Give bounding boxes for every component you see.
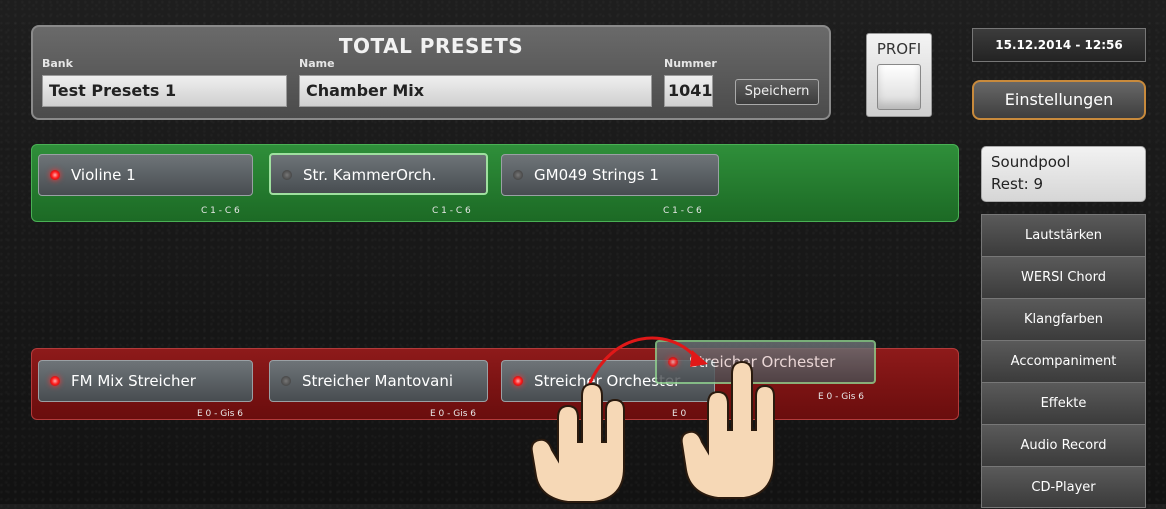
- led-off-icon: [513, 170, 523, 180]
- range-label: E 0 - Gis 6: [818, 392, 864, 402]
- range-label: E 0 - Gis 6: [197, 409, 243, 419]
- hand-touch-icon: [530, 382, 625, 503]
- hand-touch-icon: [680, 360, 775, 499]
- sound-slot-upper-1[interactable]: Violine 1: [38, 154, 253, 196]
- profi-toggle[interactable]: PROFI: [866, 33, 932, 117]
- sound-label: Violine 1: [71, 166, 136, 184]
- sound-label: Streicher Mantovani: [302, 372, 453, 390]
- profi-label: PROFI: [876, 40, 922, 58]
- bank-field[interactable]: Test Presets 1: [42, 75, 287, 107]
- sound-slot-lower-2[interactable]: Streicher Mantovani: [269, 360, 488, 402]
- range-label: C 1 - C 6: [201, 206, 240, 216]
- nummer-field[interactable]: 1041: [664, 75, 713, 107]
- page-title: TOTAL PRESETS: [338, 34, 524, 58]
- menu-effekte[interactable]: Effekte: [981, 382, 1146, 424]
- einstellungen-button[interactable]: Einstellungen: [972, 80, 1146, 120]
- soundpool-rest: Rest: 9: [991, 175, 1044, 193]
- led-off-icon: [282, 170, 292, 180]
- sound-label: FM Mix Streicher: [71, 372, 196, 390]
- led-on-icon: [513, 376, 523, 386]
- sound-slot-lower-1[interactable]: FM Mix Streicher: [38, 360, 253, 402]
- sound-label: GM049 Strings 1: [534, 166, 659, 184]
- range-label: C 1 - C 6: [663, 206, 702, 216]
- led-on-icon: [50, 170, 60, 180]
- datetime-display: 15.12.2014 - 12:56: [972, 28, 1146, 62]
- led-on-icon: [50, 376, 60, 386]
- sound-slot-upper-2[interactable]: Str. KammerOrch.: [269, 153, 488, 195]
- soundpool-info[interactable]: Soundpool Rest: 9: [981, 146, 1146, 202]
- nummer-label: Nummer: [664, 57, 717, 70]
- menu-cd-player[interactable]: CD-Player: [981, 466, 1146, 508]
- save-button[interactable]: Speichern: [735, 79, 819, 105]
- range-label: C 1 - C 6: [432, 206, 471, 216]
- led-off-icon: [281, 376, 291, 386]
- name-label: Name: [299, 57, 335, 70]
- menu-lautstaerken[interactable]: Lautstärken: [981, 214, 1146, 256]
- menu-wersi-chord[interactable]: WERSI Chord: [981, 256, 1146, 298]
- menu-audio-record[interactable]: Audio Record: [981, 424, 1146, 466]
- preset-header-panel: TOTAL PRESETS Bank Test Presets 1 Name C…: [31, 25, 831, 120]
- menu-accompaniment[interactable]: Accompaniment: [981, 340, 1146, 382]
- range-label: E 0 - Gis 6: [430, 409, 476, 419]
- soundpool-title: Soundpool: [991, 153, 1071, 171]
- profi-switch[interactable]: [877, 64, 921, 110]
- name-field[interactable]: Chamber Mix: [299, 75, 652, 107]
- sound-label: Str. KammerOrch.: [303, 166, 437, 184]
- menu-klangfarben[interactable]: Klangfarben: [981, 298, 1146, 340]
- bank-label: Bank: [42, 57, 73, 70]
- side-menu: Lautstärken WERSI Chord Klangfarben Acco…: [981, 214, 1146, 508]
- sound-slot-upper-3[interactable]: GM049 Strings 1: [501, 154, 719, 196]
